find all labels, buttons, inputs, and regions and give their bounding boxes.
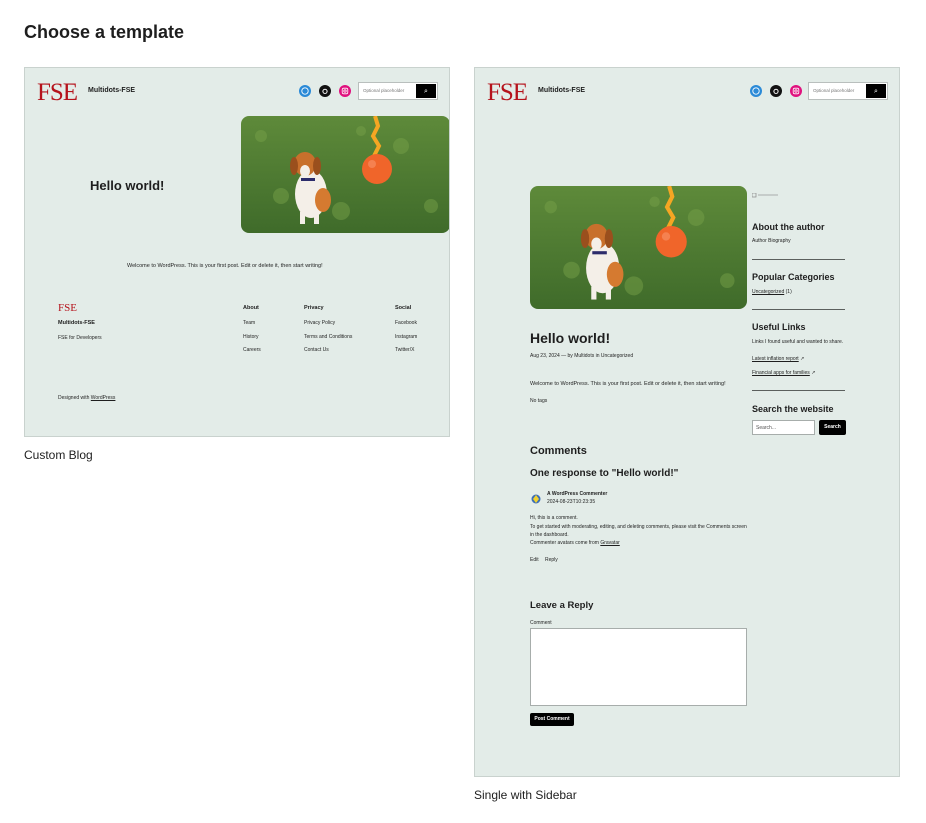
site-name: Multidots-FSE	[88, 87, 136, 94]
wordpress-icon	[750, 85, 762, 97]
github-icon	[319, 85, 331, 97]
footer-link[interactable]: Team	[243, 320, 255, 326]
wordpress-icon	[299, 85, 311, 97]
site-logo: FSE	[487, 79, 528, 106]
site-name: Multidots-FSE	[538, 87, 586, 94]
category-count: (1)	[785, 289, 792, 295]
template-card-single-with-sidebar[interactable]: FSE Multidots-FSE Optional placeholder ⌕	[474, 67, 900, 777]
header-search[interactable]: Optional placeholder ⌕	[358, 82, 438, 100]
post-comment-button[interactable]: Post Comment	[530, 713, 574, 726]
template-caption-custom-blog: Custom Blog	[24, 448, 93, 462]
sidebar-link-label[interactable]: Latest inflation report	[752, 356, 799, 362]
featured-image	[241, 116, 449, 233]
sidebar-links-intro: Links I found useful and wanted to share…	[752, 339, 844, 345]
footer-link[interactable]: Terms and Conditions	[304, 334, 352, 340]
post-title: Hello world!	[530, 330, 611, 346]
comment-edit-link[interactable]: Edit	[530, 557, 539, 563]
reply-form-heading: Leave a Reply	[530, 600, 594, 611]
footer-link[interactable]: Instagram	[395, 334, 417, 340]
sidebar-link-label[interactable]: Financial apps for families	[752, 370, 810, 376]
comment-textarea[interactable]	[530, 628, 747, 706]
broken-image-icon	[751, 185, 778, 198]
sidebar-link[interactable]: Financial apps for families ↗	[752, 370, 815, 376]
external-link-icon: ↗	[800, 356, 805, 362]
sidebar-link[interactable]: Latest inflation report ↗	[752, 356, 804, 362]
sidebar-divider	[752, 390, 845, 391]
post-tags: No tags	[530, 398, 548, 404]
footer-link[interactable]: History	[243, 334, 259, 340]
external-link-icon: ↗	[811, 370, 816, 376]
footer-col-social-title: Social	[395, 305, 412, 311]
comments-heading: Comments	[530, 445, 587, 457]
sidebar-divider	[752, 309, 845, 310]
footer-tagline: FSE for Developers	[58, 335, 102, 341]
comment-date: 2024-08-23T10:23:35	[547, 499, 596, 505]
search-icon[interactable]: ⌕	[866, 84, 886, 98]
gravatar-link[interactable]: Gravatar	[600, 540, 619, 546]
sidebar-about-text: Author Biography	[752, 238, 791, 244]
footer-logo: FSE	[58, 302, 77, 314]
template-caption-single-with-sidebar: Single with Sidebar	[474, 788, 577, 802]
sidebar-search-placeholder: Search...	[756, 425, 777, 431]
post-meta: Aug 23, 2024 — by Multidots in Uncategor…	[530, 353, 634, 359]
comment-gravatar-line: Commenter avatars come from Gravatar	[530, 540, 620, 546]
site-logo: FSE	[37, 79, 78, 106]
featured-image	[530, 186, 747, 309]
comment-line: To get started with moderating, editing,…	[530, 524, 747, 530]
search-placeholder: Optional placeholder	[363, 88, 405, 93]
post-excerpt: Welcome to WordPress. This is your first…	[127, 263, 323, 269]
github-icon	[770, 85, 782, 97]
gravatar-prefix: Commenter avatars come from	[530, 540, 599, 546]
footer-credit-link[interactable]: WordPress	[91, 395, 116, 401]
comment-line: in the dashboard.	[530, 532, 569, 538]
search-placeholder: Optional placeholder	[813, 88, 855, 93]
footer-link[interactable]: Twitter/X	[395, 347, 414, 353]
avatar-icon	[531, 492, 541, 504]
comment-author: A WordPress Commenter	[547, 491, 608, 497]
reply-form-label: Comment	[530, 620, 552, 626]
page-title: Choose a template	[24, 22, 185, 42]
comments-count-heading: One response to "Hello world!"	[530, 468, 679, 479]
footer-link[interactable]: Facebook	[395, 320, 417, 326]
sidebar-search-input[interactable]: Search...	[752, 420, 815, 435]
footer-col-privacy-title: Privacy	[304, 305, 324, 311]
footer-credit-prefix: Designed with	[58, 395, 90, 401]
footer-site-name: Multidots-FSE	[58, 320, 95, 326]
sidebar-divider	[752, 259, 845, 260]
sidebar-search-heading: Search the website	[752, 404, 834, 414]
sidebar-category: Uncategorized (1)	[752, 289, 792, 295]
instagram-icon	[339, 85, 351, 97]
header-search[interactable]: Optional placeholder ⌕	[808, 82, 888, 100]
comment-line: Hi, this is a comment.	[530, 515, 578, 521]
comment-reply-link[interactable]: Reply	[545, 557, 558, 563]
sidebar-about-heading: About the author	[752, 222, 825, 232]
post-content: Welcome to WordPress. This is your first…	[530, 381, 726, 387]
footer-credit: Designed with WordPress	[58, 395, 115, 401]
footer-link[interactable]: Contact Us	[304, 347, 329, 353]
footer-link[interactable]: Careers	[243, 347, 261, 353]
search-icon[interactable]: ⌕	[416, 84, 436, 98]
sidebar-links-heading: Useful Links	[752, 322, 806, 332]
sidebar-search-button[interactable]: Search	[819, 420, 846, 435]
category-link[interactable]: Uncategorized	[752, 289, 784, 295]
instagram-icon	[790, 85, 802, 97]
sidebar-categories-heading: Popular Categories	[752, 272, 835, 282]
template-card-custom-blog[interactable]: FSE Multidots-FSE Optional placeholder ⌕	[24, 67, 450, 437]
footer-link[interactable]: Privacy Policy	[304, 320, 335, 326]
footer-col-about-title: About	[243, 305, 259, 311]
post-title[interactable]: Hello world!	[90, 178, 164, 193]
